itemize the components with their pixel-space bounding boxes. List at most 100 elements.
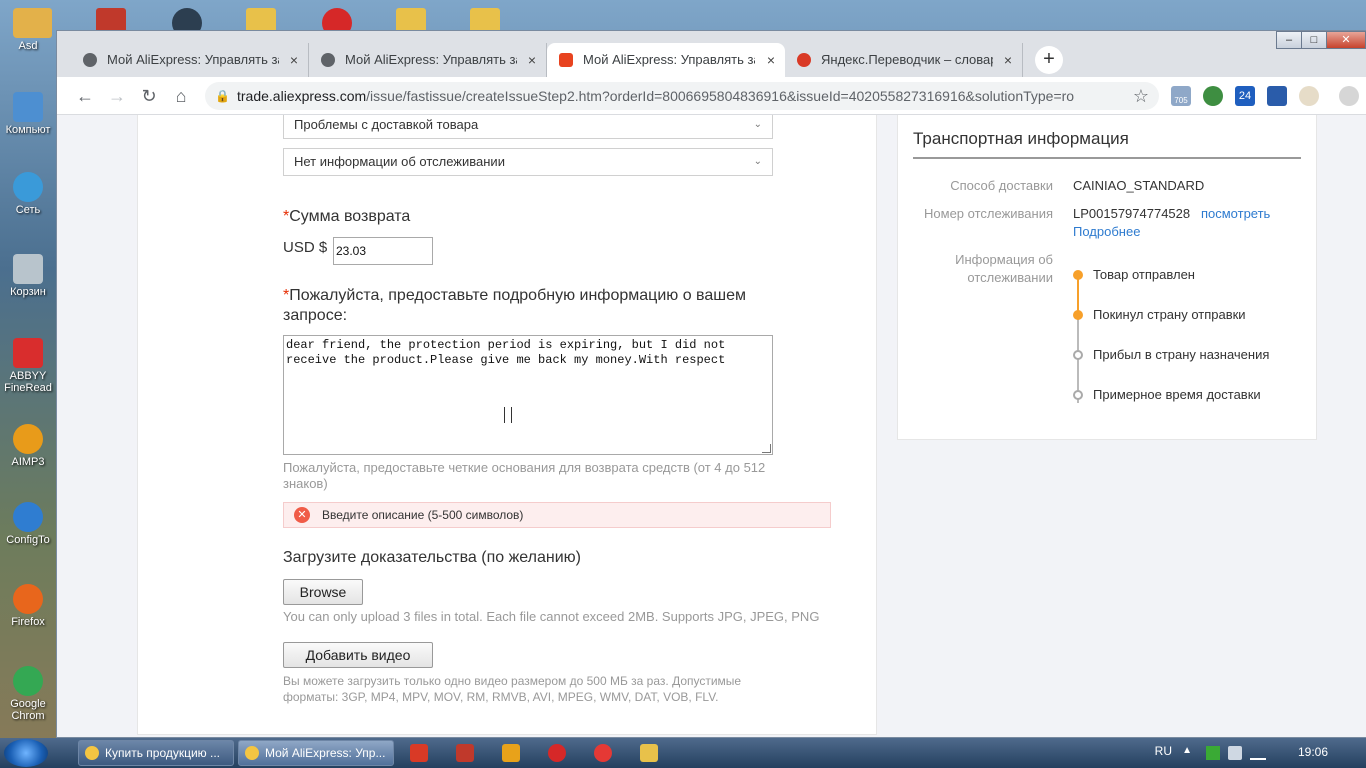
refund-amount-input[interactable]: 23.03 — [333, 237, 433, 265]
desktop-icon-network[interactable]: Сеть — [0, 172, 56, 216]
chrome-icon — [85, 746, 99, 760]
extension-globe-icon[interactable] — [1203, 86, 1223, 106]
problem-reason-select[interactable]: Нет информации об отслеживании ⌄ — [283, 148, 773, 176]
tab-aliexpress-2[interactable]: Мой AliExpress: Управлять заказ × — [309, 43, 547, 77]
shipping-method-label: Способ доставки — [950, 178, 1053, 193]
desktop-icon-computer[interactable]: Компьют — [0, 92, 56, 136]
minimize-button[interactable]: – — [1276, 31, 1302, 49]
profile-avatar-icon[interactable] — [1339, 86, 1359, 106]
tab-aliexpress-active[interactable]: Мой AliExpress: Управлять заказ × — [547, 43, 785, 77]
start-button[interactable] — [4, 739, 48, 767]
yandex-icon[interactable] — [410, 744, 428, 762]
signal-icon[interactable] — [1250, 746, 1266, 760]
browser-window: – □ ✕ Мой AliExpress: Управлять заказ × … — [56, 30, 1366, 738]
url-host: trade.aliexpress.com — [237, 88, 367, 104]
shipping-method-value: CAINIAO_STANDARD — [1073, 178, 1205, 193]
details-label: *Пожалуйста, предоставьте подробную инфо… — [283, 287, 746, 324]
media-player-icon[interactable] — [502, 744, 520, 762]
new-tab-button[interactable]: + — [1035, 46, 1063, 74]
app-icon[interactable] — [456, 744, 474, 762]
desktop-icon-aimp[interactable]: AIMP3 — [0, 424, 56, 468]
home-button[interactable]: ⌂ — [169, 84, 193, 108]
currency-label: USD $ — [283, 239, 328, 256]
tracking-status-label: Информация об отслеживании — [955, 252, 1053, 285]
upload-hint: You can only upload 3 files in total. Ea… — [283, 609, 820, 624]
recycle-bin-icon — [13, 254, 43, 284]
error-icon: ✕ — [294, 507, 310, 523]
dispute-form-card: Проблемы с доставкой товара ⌄ Нет информ… — [137, 115, 877, 735]
close-tab-icon[interactable]: × — [528, 43, 536, 77]
yandex-browser-icon[interactable] — [594, 744, 612, 762]
taskbar-item-chrome-2[interactable]: Мой AliExpress: Упр... — [238, 740, 394, 766]
tray-expand-icon[interactable]: ▲ — [1182, 745, 1192, 756]
error-message: ✕ Введите описание (5-500 символов) — [283, 502, 831, 528]
extension-shield-icon[interactable] — [1267, 86, 1287, 106]
computer-icon — [13, 92, 43, 122]
desktop-icon-user[interactable]: Asd — [0, 8, 56, 52]
tab-strip: Мой AliExpress: Управлять заказ × Мой Al… — [71, 43, 1063, 77]
network-icon — [13, 172, 43, 202]
details-hint: Пожалуйста, предоставьте четкие основани… — [283, 460, 766, 491]
details-textarea[interactable]: dear friend, the protection period is ex… — [283, 335, 773, 455]
timeline-item: Прибыл в страну назначения — [1073, 345, 1313, 365]
browse-button[interactable]: Browse — [283, 579, 363, 605]
url-path: /issue/fastissue/createIssueStep2.htm?or… — [366, 88, 1075, 104]
timeline-dot-pending — [1073, 350, 1083, 360]
language-indicator[interactable]: RU — [1155, 744, 1172, 758]
extension-mail-icon[interactable]: 705 — [1171, 86, 1191, 106]
back-button[interactable]: ← — [73, 84, 97, 108]
page-viewport: Проблемы с доставкой товара ⌄ Нет информ… — [57, 115, 1366, 737]
problem-type-select[interactable]: Проблемы с доставкой товара ⌄ — [283, 115, 773, 139]
firefox-icon — [13, 584, 43, 614]
chrome-icon — [13, 666, 43, 696]
taskbar: Купить продукцию ... Мой AliExpress: Упр… — [0, 738, 1366, 768]
chevron-down-icon: ⌄ — [753, 156, 762, 167]
forward-button[interactable]: → — [105, 84, 129, 108]
resize-handle-icon[interactable] — [762, 444, 771, 453]
close-tab-icon[interactable]: × — [290, 43, 298, 77]
browser-toolbar: ← → ↻ ⌂ 🔒 trade.aliexpress.com/issue/fast… — [57, 77, 1366, 115]
view-tracking-link[interactable]: посмотреть — [1201, 206, 1270, 221]
timeline-dot-done — [1073, 310, 1083, 320]
explorer-icon[interactable] — [640, 744, 658, 762]
timeline-item: Примерное время доставки — [1073, 385, 1313, 405]
address-bar[interactable]: 🔒 trade.aliexpress.com/issue/fastissue/cr… — [205, 82, 1159, 110]
more-details-link[interactable]: Подробнее — [1073, 224, 1140, 239]
network-status-icon[interactable] — [1206, 746, 1220, 760]
reload-button[interactable]: ↻ — [137, 84, 161, 108]
close-tab-icon[interactable]: × — [1004, 43, 1012, 77]
bookmark-star-icon[interactable]: ☆ — [1129, 84, 1153, 108]
clock[interactable]: 19:06 — [1298, 745, 1328, 759]
desktop-icon-configtool[interactable]: ConfigTo — [0, 502, 56, 546]
maximize-button[interactable]: □ — [1301, 31, 1327, 49]
desktop-icon-recycle-bin[interactable]: Корзин — [0, 254, 56, 298]
opera-icon[interactable] — [548, 744, 566, 762]
tab-aliexpress-1[interactable]: Мой AliExpress: Управлять заказ × — [71, 43, 309, 77]
abbyy-icon — [13, 338, 43, 368]
shipping-title: Транспортная информация — [913, 129, 1301, 159]
timeline-dot-done — [1073, 270, 1083, 280]
aimp-icon — [13, 424, 43, 454]
close-window-button[interactable]: ✕ — [1326, 31, 1366, 49]
globe-icon — [83, 53, 97, 67]
desktop-icon-abbyy[interactable]: ABBYY FineRead — [0, 338, 56, 394]
timeline-dot-pending — [1073, 390, 1083, 400]
timeline-item: Товар отправлен — [1073, 265, 1313, 285]
folder-icon — [13, 8, 43, 38]
shipping-info-card: Транспортная информация Способ доставки … — [897, 115, 1317, 440]
taskbar-item-chrome-1[interactable]: Купить продукцию ... — [78, 740, 234, 766]
volume-icon[interactable] — [1228, 746, 1242, 760]
desktop-icon-chrome[interactable]: Google Chrom — [0, 666, 56, 722]
tab-yandex-translate[interactable]: Яндекс.Переводчик – словарь и × — [785, 43, 1023, 77]
text-cursor-icon — [504, 407, 512, 423]
extension-dog-icon[interactable] — [1299, 86, 1319, 106]
extension-24-icon[interactable]: 24 — [1235, 86, 1255, 106]
timeline-item: Покинул страну отправки — [1073, 305, 1313, 325]
aliexpress-icon — [559, 53, 573, 67]
tracking-number-value: LP00157974774528 посмотреть Подробнее — [1073, 206, 1271, 239]
desktop-icon-firefox[interactable]: Firefox — [0, 584, 56, 628]
desktop-icons: Asd Компьют Сеть Корзин ABBYY FineRead A… — [0, 0, 56, 738]
add-video-button[interactable]: Добавить видео — [283, 642, 433, 668]
chrome-icon — [245, 746, 259, 760]
close-tab-icon[interactable]: × — [767, 43, 775, 77]
